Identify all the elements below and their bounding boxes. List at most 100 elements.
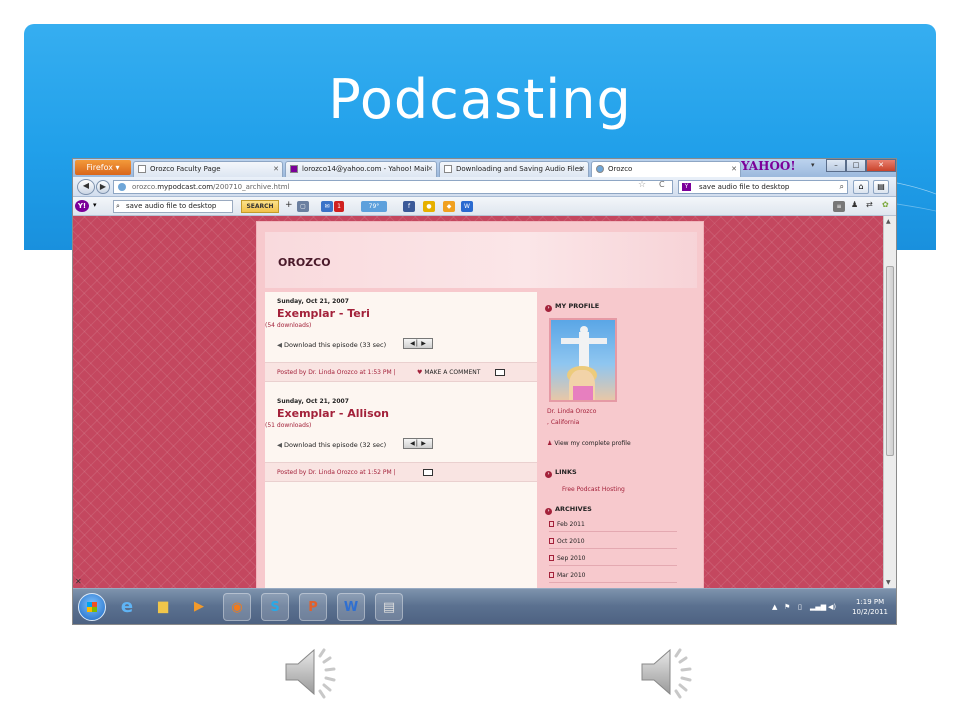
- bullet-arrow-icon: ›: [545, 471, 552, 478]
- back-button[interactable]: ◀: [77, 179, 95, 195]
- clock-date: 10/2/2011: [852, 608, 888, 616]
- archive-link[interactable]: Sep 2010: [549, 553, 677, 566]
- yahoo-toolbar-logo[interactable]: Y!: [75, 200, 89, 212]
- podcast-icon: [596, 165, 604, 173]
- bullet-arrow-icon: ›: [545, 508, 552, 515]
- alert-icon[interactable]: ♟: [851, 200, 858, 209]
- page-tools-icon[interactable]: ▢: [297, 201, 309, 212]
- folder-icon[interactable]: ▆: [149, 593, 177, 621]
- scroll-up-icon[interactable]: ▲: [886, 218, 891, 225]
- tab-downloading-audio[interactable]: Downloading and Saving Audio Files ✕: [439, 161, 589, 177]
- add-icon[interactable]: +: [285, 200, 293, 210]
- media-player-icon[interactable]: ▶: [185, 593, 213, 621]
- battery-icon[interactable]: ▯: [798, 603, 802, 611]
- yahoo-toolbar: Y! ▾ ⌕ save audio file to desktop SEARCH …: [73, 197, 896, 216]
- yahoo-search-input[interactable]: ⌕ save audio file to desktop: [113, 200, 233, 213]
- bookmark-star-icon[interactable]: ☆: [638, 180, 646, 190]
- tab-strip: Firefox ▾ Orozco Faculty Page ✕ lorozco14…: [73, 159, 896, 177]
- bullet-arrow-icon: ›: [545, 305, 552, 312]
- make-comment-link[interactable]: ♥ MAKE A COMMENT: [417, 369, 480, 376]
- close-window-button[interactable]: ✕: [866, 159, 896, 172]
- firefox-menu-button[interactable]: Firefox ▾: [75, 160, 131, 175]
- yahoo-search-button[interactable]: SEARCH: [241, 200, 279, 213]
- web-page: OROZCO Sunday, Oct 21, 2007 Exemplar - T…: [73, 216, 885, 592]
- profile-photo[interactable]: [549, 318, 617, 402]
- archive-link[interactable]: Feb 2011: [549, 519, 677, 532]
- minimize-button[interactable]: –: [826, 159, 846, 172]
- search-icon[interactable]: ⌕: [840, 181, 844, 193]
- tab-close-icon[interactable]: ✕: [427, 162, 433, 176]
- speaker-icon: ◀︎: [277, 341, 282, 349]
- tab-orozco[interactable]: Orozco ✕: [591, 161, 741, 177]
- forward-button[interactable]: ▶: [96, 180, 110, 194]
- menu-button[interactable]: ▤: [873, 180, 889, 194]
- navigation-bar: ◀ ▶ orozco.mypodcast.com/200710_archive.…: [73, 177, 896, 197]
- yahoo-app-icon[interactable]: ●: [423, 201, 435, 212]
- mail-icon[interactable]: ✉: [321, 201, 333, 212]
- home-button[interactable]: ⌂: [853, 180, 869, 194]
- internet-explorer-icon[interactable]: e: [113, 593, 141, 621]
- site-favicon: [118, 183, 126, 191]
- browser-search-input[interactable]: Ysave audio file to desktop ⌕: [678, 180, 848, 194]
- tab-close-icon[interactable]: ✕: [731, 162, 737, 176]
- document-icon: [549, 538, 554, 544]
- tab-close-icon[interactable]: ✕: [273, 162, 279, 176]
- settings-icon[interactable]: ⇄: [866, 200, 873, 209]
- blog-name[interactable]: OROZCO: [278, 256, 331, 269]
- weather-icon[interactable]: 79°: [361, 201, 387, 212]
- show-hidden-icons[interactable]: ▲: [772, 603, 777, 611]
- post-title[interactable]: Exemplar - Teri: [277, 307, 370, 320]
- view-profile-link[interactable]: ♟ View my complete profile: [547, 440, 631, 447]
- profile-heading: › MY PROFILE: [545, 302, 599, 312]
- tab-orozco-faculty-page[interactable]: Orozco Faculty Page ✕: [133, 161, 283, 177]
- dropdown-arrow-icon[interactable]: ▾: [93, 201, 97, 209]
- download-episode-link[interactable]: ◀︎ Download this episode (33 sec): [277, 341, 386, 349]
- email-post-icon[interactable]: [495, 369, 505, 376]
- slide-title: Podcasting: [328, 68, 632, 131]
- network-icon[interactable]: ▂▄▆: [810, 603, 826, 611]
- addon-icon[interactable]: ✿: [882, 200, 889, 209]
- reload-icon[interactable]: C: [659, 180, 665, 189]
- email-post-icon[interactable]: [423, 469, 433, 476]
- blog-header: OROZCO: [265, 232, 697, 288]
- tab-yahoo-mail[interactable]: lorozco14@yahoo.com - Yahoo! Mail ✕: [285, 161, 437, 177]
- start-button[interactable]: [78, 593, 106, 621]
- scroll-down-icon[interactable]: ▼: [886, 579, 891, 586]
- skype-icon[interactable]: S: [261, 593, 289, 621]
- word-doc-icon[interactable]: W: [461, 201, 473, 212]
- document-icon: [549, 555, 554, 561]
- post-title[interactable]: Exemplar - Allison: [277, 407, 389, 420]
- firefox-icon[interactable]: ◉: [223, 593, 251, 621]
- post-date: Sunday, Oct 21, 2007: [277, 398, 349, 405]
- audio-speaker-icon[interactable]: [638, 640, 702, 704]
- audio-player[interactable]: ◀ ▏▶: [403, 338, 433, 349]
- facebook-icon[interactable]: f: [403, 201, 415, 212]
- flag-icon[interactable]: ⚑: [784, 603, 790, 611]
- posts-column: Sunday, Oct 21, 2007 Exemplar - Teri (54…: [265, 292, 537, 592]
- download-episode-link[interactable]: ◀︎ Download this episode (32 sec): [277, 441, 386, 449]
- archive-link[interactable]: Mar 2010: [549, 570, 677, 583]
- browser-screenshot: Firefox ▾ Orozco Faculty Page ✕ lorozco14…: [72, 158, 897, 625]
- close-findbar-icon[interactable]: ✕: [75, 577, 82, 586]
- maximize-button[interactable]: □: [846, 159, 866, 172]
- document-icon[interactable]: ▤: [375, 593, 403, 621]
- free-podcast-hosting-link[interactable]: Free Podcast Hosting: [562, 486, 625, 493]
- profile-name-link[interactable]: Dr. Linda Orozco: [547, 408, 596, 415]
- scrollbar-thumb[interactable]: [886, 266, 894, 456]
- audio-player[interactable]: ◀ ▏▶: [403, 438, 433, 449]
- address-bar[interactable]: orozco.mypodcast.com/200710_archive.html: [113, 180, 673, 194]
- document-icon: [549, 521, 554, 527]
- powerpoint-icon[interactable]: P: [299, 593, 327, 621]
- toolbar-options-icon[interactable]: ≡: [833, 201, 845, 212]
- tab-close-icon[interactable]: ✕: [579, 162, 585, 176]
- volume-icon[interactable]: ◀): [828, 603, 836, 611]
- clock[interactable]: 1:19 PM 10/2/2011: [852, 597, 888, 617]
- widget-icon[interactable]: ◆: [443, 201, 455, 212]
- audio-speaker-icon[interactable]: [282, 640, 346, 704]
- vertical-scrollbar[interactable]: ▲ ▼: [883, 216, 896, 588]
- tab-list-icon[interactable]: ▾: [811, 161, 815, 169]
- archive-link[interactable]: Oct 2010: [549, 536, 677, 549]
- word-icon[interactable]: W: [337, 593, 365, 621]
- post-footer: Posted by Dr. Linda Orozco at 1:53 PM | …: [265, 362, 537, 382]
- download-count: (54 downloads): [265, 322, 312, 329]
